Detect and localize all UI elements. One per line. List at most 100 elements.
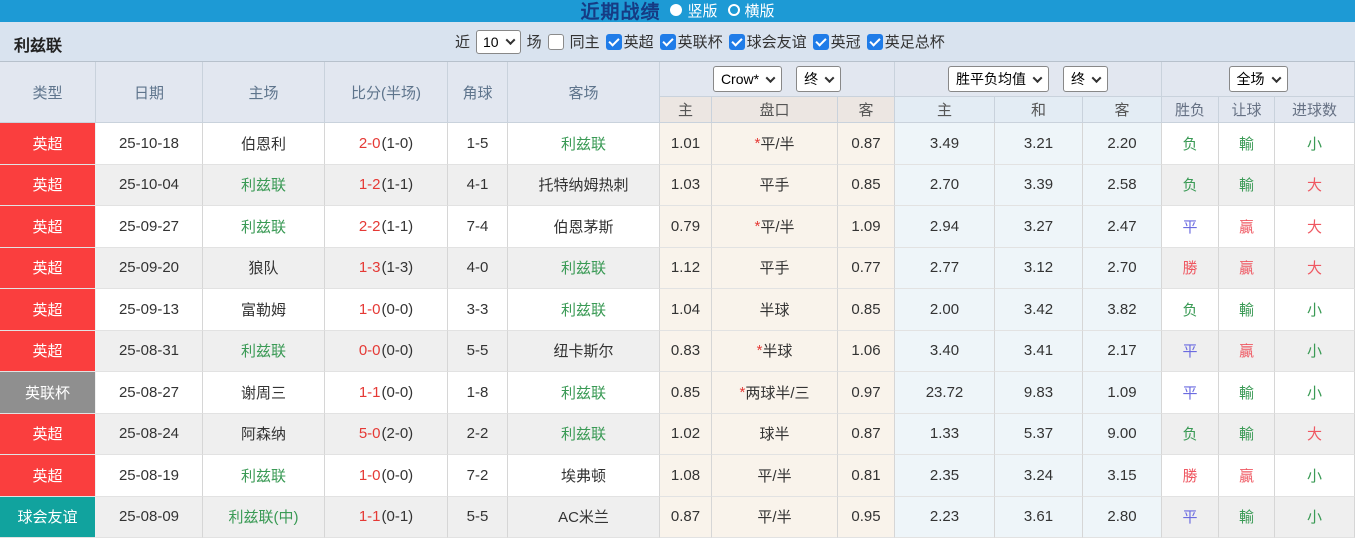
result-handicap: 贏 [1219,206,1275,248]
result-handicap: 輸 [1219,496,1275,538]
result-wdl: 平 [1162,206,1219,248]
home-team: 富勒姆 [240,301,286,319]
home-team-cell: 利兹联(中) [203,496,325,538]
match-type-badge: 英超 [0,206,96,248]
same-home-label: 同主 [569,34,600,51]
result-wdl: 平 [1162,330,1219,372]
away-team-cell: 利兹联 [508,289,660,331]
avg-away: 3.82 [1083,289,1162,331]
away-team-cell: 利兹联 [508,372,660,414]
avg-away: 3.15 [1083,455,1162,497]
fulltime-score: 0-0 [358,342,381,360]
subcol-result-handicap: 让球 [1219,97,1275,123]
league-checkbox-0[interactable] [605,33,622,50]
away-team-cell: AC米兰 [508,496,660,538]
scope-group-header: 全场 [1162,62,1355,97]
scope-select[interactable]: 全场 [1228,66,1288,92]
fulltime-score: 1-3 [358,259,381,277]
home-team: 利兹联 [240,218,286,236]
fulltime-score: 1-2 [358,176,381,194]
avg-draw: 9.83 [995,372,1083,414]
chevron-down-icon [824,72,835,83]
avg-draw: 3.61 [995,496,1083,538]
corner-count: 1-5 [448,123,508,165]
match-date: 25-10-18 [96,123,203,165]
match-date: 25-09-20 [96,247,203,289]
odds-home: 0.85 [660,372,712,414]
away-team-cell: 埃弗顿 [508,455,660,497]
result-goals: 小 [1275,455,1355,497]
avg-draw: 3.41 [995,330,1083,372]
chevron-down-icon [505,35,516,46]
radio-unselected-icon [727,4,740,16]
bookmaker-value: Crow* [720,71,760,87]
score-cell: 1-3 (1-3) [325,247,448,289]
halftime-score: (0-0) [381,383,414,401]
score-cell: 1-2 (1-1) [325,164,448,206]
corner-count: 3-3 [448,289,508,331]
result-wdl: 负 [1162,164,1219,206]
result-wdl: 负 [1162,123,1219,165]
league-checkbox-4[interactable] [866,33,883,50]
league-checkbox-3[interactable] [812,33,829,50]
avg-draw: 3.27 [995,206,1083,248]
result-wdl: 负 [1162,289,1219,331]
result-wdl: 负 [1162,413,1219,455]
league-checkbox-2[interactable] [728,33,745,50]
avg-away: 1.09 [1083,372,1162,414]
subcol-odds-away: 客 [838,97,895,123]
match-date: 25-10-04 [96,164,203,206]
col-header-home: 主场 [203,62,325,123]
odds-away: 0.81 [838,455,895,497]
score-cell: 1-1 (0-0) [325,372,448,414]
same-home-checkbox[interactable] [547,33,564,50]
away-team-cell: 托特纳姆热刺 [508,164,660,206]
avg-away: 2.20 [1083,123,1162,165]
odds-away: 0.85 [838,164,895,206]
avg-time-value: 终 [1071,71,1085,87]
corner-count: 1-8 [448,372,508,414]
col-header-score: 比分(半场) [325,62,448,123]
odds-away: 0.87 [838,413,895,455]
result-goals: 小 [1275,372,1355,414]
match-count-select[interactable]: 10 [476,29,521,54]
league-label-3: 英冠 [830,34,861,51]
odds-home: 1.03 [660,164,712,206]
odds-home: 0.87 [660,496,712,538]
corner-count: 4-0 [448,247,508,289]
handicap-cell: * 平/半 [712,206,838,248]
layout-radio-horizontal[interactable]: 横版 [727,0,775,21]
league-checkbox-1[interactable] [659,33,676,50]
layout-radio-vertical[interactable]: 竖版 [670,0,718,21]
avg-away: 2.47 [1083,206,1162,248]
match-date: 25-08-27 [96,372,203,414]
odds-home: 1.08 [660,455,712,497]
odds-away: 0.85 [838,289,895,331]
handicap-cell: 平/半 [712,496,838,538]
bookmaker-select[interactable]: Crow* [712,66,783,92]
score-cell: 5-0 (2-0) [325,413,448,455]
fulltime-score: 1-0 [358,300,381,318]
subcol-result-wdl: 胜负 [1162,97,1219,123]
odds-away: 1.09 [838,206,895,248]
home-team-cell: 阿森纳 [203,413,325,455]
result-handicap: 贏 [1219,330,1275,372]
away-team-cell: 利兹联 [508,247,660,289]
avg-select[interactable]: 胜平负均值 [948,66,1049,92]
handicap-cell: 平手 [712,164,838,206]
match-date: 25-09-27 [96,206,203,248]
avg-time-select[interactable]: 终 [1063,66,1108,92]
away-team: 利兹联 [560,426,606,444]
odds-home: 1.02 [660,413,712,455]
odds-home: 0.83 [660,330,712,372]
avg-draw: 3.12 [995,247,1083,289]
odds-home: 1.04 [660,289,712,331]
away-team: 利兹联 [560,301,606,319]
match-type-badge: 英超 [0,247,96,289]
handicap-line: 球半 [759,426,790,444]
avg-draw: 3.42 [995,289,1083,331]
odds-home: 0.79 [660,206,712,248]
odds-time-select[interactable]: 终 [796,66,842,92]
match-date: 25-09-13 [96,289,203,331]
fulltime-score: 1-0 [358,466,381,484]
